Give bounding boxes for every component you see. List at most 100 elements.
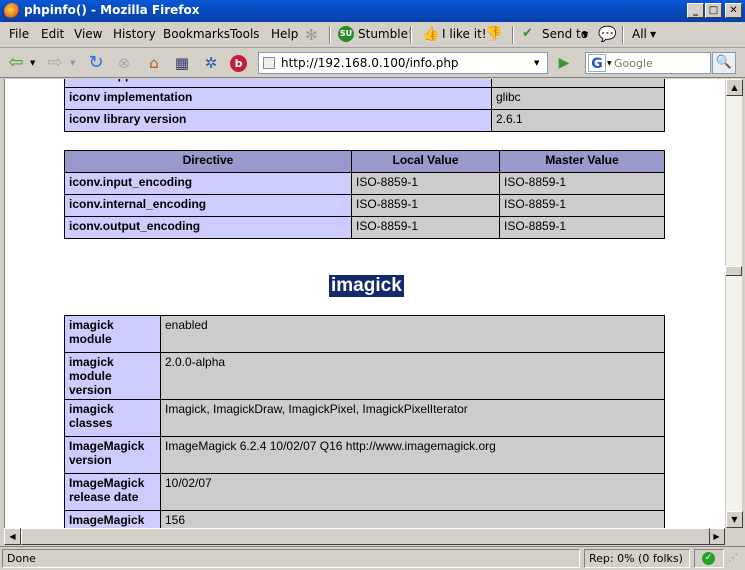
vertical-scroll-thumb[interactable] — [725, 266, 742, 276]
table-row: imagick classes Imagick, ImagickDraw, Im… — [64, 399, 665, 437]
stumbleupon-icon[interactable]: SU — [338, 26, 354, 42]
table-row: ImageMagick Number of 156 — [64, 510, 665, 528]
column-header-local-value: Local Value — [351, 150, 500, 173]
table-header-row: Directive Local Value Master Value — [64, 150, 665, 173]
menu-view[interactable]: View — [74, 27, 102, 41]
table-row: iconv support enabled — [64, 79, 665, 88]
forward-icon[interactable]: ⇨ — [45, 53, 65, 73]
menu-history[interactable]: History — [113, 27, 156, 41]
table-value-cell: enabled — [160, 315, 665, 353]
magnifier-icon: 🔍 — [715, 55, 733, 70]
table-row: imagick module enabled — [64, 315, 665, 353]
table-label-cell: iconv implementation — [64, 87, 492, 110]
column-header-directive: Directive — [64, 150, 352, 173]
minimize-button[interactable]: _ — [687, 3, 704, 18]
menu-edit[interactable]: Edit — [41, 27, 64, 41]
menu-help[interactable]: Help — [271, 27, 298, 41]
title-bar: phpinfo() - Mozilla Firefox _ □ ✕ — [0, 0, 745, 22]
table-value-cell: 2.6.1 — [491, 109, 665, 132]
search-input[interactable] — [614, 55, 708, 71]
thumbs-down-icon[interactable]: 👎 — [485, 26, 502, 42]
page-content: iconv support enabled iconv implementati… — [4, 79, 725, 528]
navigation-toolbar: ⇦ ▼ ⇨ ▼ ↻ ⊗ ⌂ ▦ ✲ b http://192.168.0.100… — [0, 49, 745, 78]
table-label-cell: imagick module version — [64, 352, 161, 400]
like-button[interactable]: I like it! — [442, 27, 487, 41]
stop-icon[interactable]: ⊗ — [114, 53, 134, 73]
throbber-icon: ✻ — [305, 26, 318, 44]
table-label-cell: ImageMagick version — [64, 436, 161, 474]
table-row: ImageMagick release date 10/02/07 — [64, 473, 665, 511]
local-value-cell: ISO-8859-1 — [351, 194, 500, 217]
master-value-cell: ISO-8859-1 — [499, 172, 665, 195]
speech-bubble-icon[interactable]: 💬 — [598, 25, 617, 43]
table-row: imagick module version 2.0.0-alpha — [64, 352, 665, 400]
search-engine-dropdown-icon[interactable]: ▼ — [607, 60, 612, 67]
scroll-up-icon[interactable]: ▲ — [726, 79, 743, 96]
check-icon: ✓ — [702, 552, 715, 565]
gear-icon[interactable]: ✲ — [201, 53, 221, 73]
forward-history-icon[interactable]: ▼ — [70, 59, 75, 67]
column-header-master-value: Master Value — [499, 150, 665, 173]
url-dropdown-icon[interactable]: ▼ — [534, 59, 539, 67]
close-button[interactable]: ✕ — [725, 3, 742, 18]
table-value-cell: enabled — [491, 79, 665, 88]
table-row: iconv library version 2.6.1 — [64, 109, 665, 132]
url-bar[interactable]: http://192.168.0.100/info.php — [258, 52, 548, 74]
send-to-dropdown-icon[interactable]: ▼ — [582, 30, 588, 39]
scroll-left-icon[interactable]: ◀ — [4, 528, 21, 545]
status-text: Done — [2, 549, 580, 568]
menu-separator — [410, 26, 412, 44]
table-value-cell: ImageMagick 6.2.4 10/02/07 Q16 http://ww… — [160, 436, 665, 474]
bookmark-b-icon[interactable]: b — [230, 55, 247, 72]
table-label-cell: imagick module — [64, 315, 161, 353]
menu-tools[interactable]: Tools — [230, 27, 260, 41]
table-row: iconv.output_encoding ISO-8859-1 ISO-885… — [64, 216, 665, 239]
local-value-cell: ISO-8859-1 — [351, 172, 500, 195]
go-icon[interactable]: ▶ — [554, 53, 574, 73]
window-title: phpinfo() - Mozilla Firefox — [24, 3, 200, 17]
menu-bookmarks[interactable]: Bookmarks — [163, 27, 230, 41]
horizontal-scroll-thumb[interactable] — [21, 528, 710, 545]
scroll-right-icon[interactable]: ▶ — [708, 528, 725, 545]
directive-cell: iconv.output_encoding — [64, 216, 352, 239]
reload-icon[interactable]: ↻ — [86, 53, 106, 73]
all-dropdown-icon[interactable]: ▼ — [650, 30, 656, 39]
section-title-imagick[interactable]: imagick — [329, 275, 404, 297]
table-row: iconv implementation glibc — [64, 87, 665, 110]
master-value-cell: ISO-8859-1 — [499, 194, 665, 217]
search-box[interactable]: G ▼ — [585, 52, 711, 74]
page-icon[interactable]: ▦ — [172, 53, 192, 73]
send-to-icon[interactable]: ✔ — [522, 26, 533, 41]
menu-separator — [329, 26, 331, 44]
menu-bar: File Edit View History Bookmarks Tools H… — [0, 22, 745, 48]
table-label-cell: iconv support — [64, 79, 492, 88]
imagick-table: imagick module enabled imagick module ve… — [64, 315, 665, 528]
resize-grip-icon[interactable]: ⋰ — [728, 553, 738, 564]
back-icon[interactable]: ⇦ — [6, 53, 26, 73]
directive-table: Directive Local Value Master Value iconv… — [64, 150, 665, 239]
table-label-cell: imagick classes — [64, 399, 161, 437]
menu-separator — [622, 26, 624, 44]
page-favicon-icon — [263, 57, 275, 69]
home-icon[interactable]: ⌂ — [144, 53, 164, 73]
scroll-down-icon[interactable]: ▼ — [726, 511, 743, 528]
search-button[interactable]: 🔍 — [712, 52, 736, 74]
thumbs-up-icon[interactable]: 👍 — [422, 26, 439, 42]
directive-cell: iconv.internal_encoding — [64, 194, 352, 217]
table-value-cell: Imagick, ImagickDraw, ImagickPixel, Imag… — [160, 399, 665, 437]
vertical-scrollbar[interactable]: ▲ ▼ — [725, 79, 743, 528]
table-label-cell: ImageMagick release date — [64, 473, 161, 511]
url-text[interactable]: http://192.168.0.100/info.php — [281, 56, 459, 70]
menu-separator — [512, 26, 514, 44]
stumble-button[interactable]: Stumble! — [358, 27, 413, 41]
maximize-button[interactable]: □ — [705, 3, 722, 18]
back-history-icon[interactable]: ▼ — [30, 59, 35, 67]
search-engine-icon[interactable]: G — [588, 54, 606, 72]
menu-file[interactable]: File — [9, 27, 29, 41]
table-row: ImageMagick version ImageMagick 6.2.4 10… — [64, 436, 665, 474]
table-row: iconv.input_encoding ISO-8859-1 ISO-8859… — [64, 172, 665, 195]
security-status[interactable]: ✓ — [694, 549, 724, 568]
status-bar: Done Rep: 0% (0 folks) ✓ ⋰ — [0, 546, 745, 570]
local-value-cell: ISO-8859-1 — [351, 216, 500, 239]
all-button[interactable]: All — [632, 27, 647, 41]
